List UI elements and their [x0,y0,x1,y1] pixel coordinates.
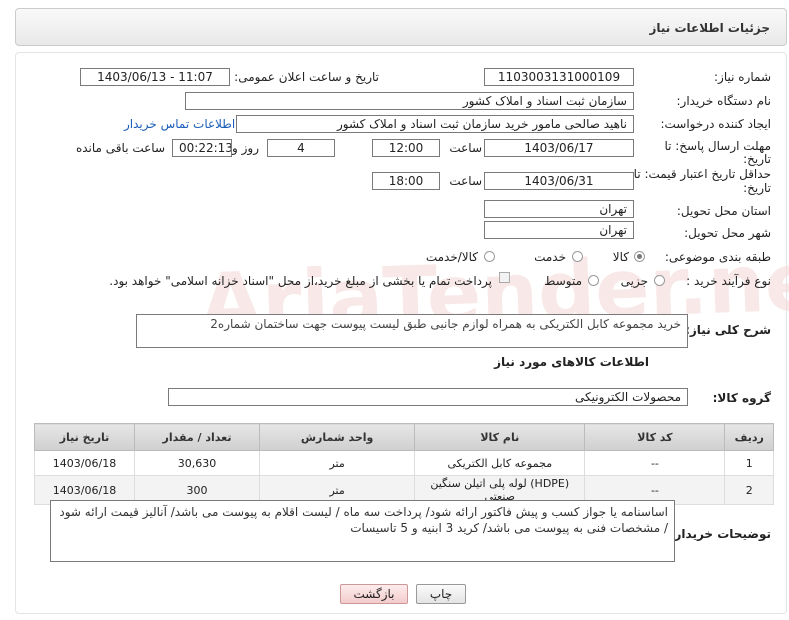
process-partial-label: جزیی [620,274,648,288]
process-partial-radio[interactable] [654,275,665,286]
col-header-quantity: تعداد / مقدار [134,423,261,451]
goods-group-label: گروه کالا: [712,391,771,405]
description-label: شرح کلی نیاز: [685,323,771,337]
announce-field: 1403/06/13 - 11:07 [80,68,230,86]
col-header-name: نام کالا [414,423,586,451]
category-goods-label: کالا [612,250,629,264]
buyer-notes-field: اساسنامه یا جواز کسب و پیش فاکتور ارائه … [50,500,675,562]
validity-label: حداقل تاریخ اعتبار قیمت: تا [633,167,771,181]
city-field: تهران [484,221,634,239]
col-header-code: کد کالا [584,423,726,451]
goods-info-title: اطلاعات کالاهای مورد نیاز [494,355,649,369]
col-header-date: تاریخ نیاز [33,423,136,451]
cell-date: 1403/06/18 [33,450,136,476]
cell-row: 1 [724,450,774,476]
creator-label: ایجاد کننده درخواست: [660,117,771,131]
description-field: خرید مجموعه کابل الکتریکی به همراه لوازم… [136,314,688,348]
goods-table: تاریخ نیاز تعداد / مقدار واحد شمارش نام … [33,423,774,505]
buyer-org-label: نام دستگاه خریدار: [676,94,772,108]
deadline-date-field: 1403/06/17 [484,139,634,157]
cell-row: 2 [724,475,774,505]
deadline-time-field: 12:00 [372,139,440,157]
back-button[interactable]: بازگشت [340,584,408,604]
process-medium-label: متوسط [544,274,582,288]
days-field: 4 [267,139,335,157]
province-label: استان محل تحویل: [676,204,771,218]
goods-table-header: تاریخ نیاز تعداد / مقدار واحد شمارش نام … [33,423,774,451]
page-title: جزئیات اطلاعات نیاز [649,21,770,35]
announce-label: تاریخ و ساعت اعلان عمومی: [234,70,379,84]
cell-name: مجموعه کابل الکتریکی [414,450,586,476]
creator-field: ناهید صالحی مامور خرید سازمان ثبت اسناد … [236,115,634,133]
process-medium-radio[interactable] [588,275,599,286]
table-row: 1403/06/18 30,630 متر مجموعه کابل الکتری… [33,450,774,476]
buyer-notes-label: توضیحات خریدار: [669,527,771,541]
cell-code: -- [584,450,726,476]
validity-time-label: ساعت [449,174,482,188]
category-service-radio[interactable] [572,251,583,262]
process-label: نوع فرآیند خرید : [686,274,771,288]
category-both-radio[interactable] [484,251,495,262]
treasury-payment-note: پرداخت تمام یا بخشی از مبلغ خرید،از محل … [109,274,492,288]
print-button[interactable]: چاپ [416,584,466,604]
treasury-payment-checkbox[interactable] [499,272,510,283]
deadline-label-date: تاریخ: [743,152,771,166]
need-number-field: 1103003131000109 [484,68,634,86]
category-goods-radio[interactable] [634,251,645,262]
col-header-unit: واحد شمارش [259,423,416,451]
province-field: تهران [484,200,634,218]
deadline-time-label: ساعت [449,141,482,155]
validity-time-field: 18:00 [372,172,440,190]
category-label: طبقه بندی موضوعی: [664,250,771,264]
page-header: جزئیات اطلاعات نیاز [15,8,787,46]
need-number-label: شماره نیاز: [714,70,771,84]
city-label: شهر محل تحویل: [684,226,771,240]
buyer-contact-link[interactable]: اطلاعات تماس خریدار [124,117,235,131]
remaining-label: ساعت باقی مانده [75,141,165,155]
cell-quantity: 30,630 [134,450,261,476]
col-header-row: ردیف [724,423,774,451]
buyer-org-field: سازمان ثبت اسناد و املاک کشور [185,92,634,110]
validity-label-date: تاریخ: [743,181,771,195]
days-label: روز و [232,141,259,155]
category-service-label: خدمت [534,250,566,264]
goods-group-field: محصولات الکترونیکی [168,388,688,406]
cell-unit: متر [259,450,416,476]
remaining-time-field: 00:22:13 [172,139,232,157]
deadline-label: مهلت ارسال پاسخ: تا [664,139,771,153]
category-both-label: کالا/خدمت [425,250,478,264]
validity-date-field: 1403/06/31 [484,172,634,190]
